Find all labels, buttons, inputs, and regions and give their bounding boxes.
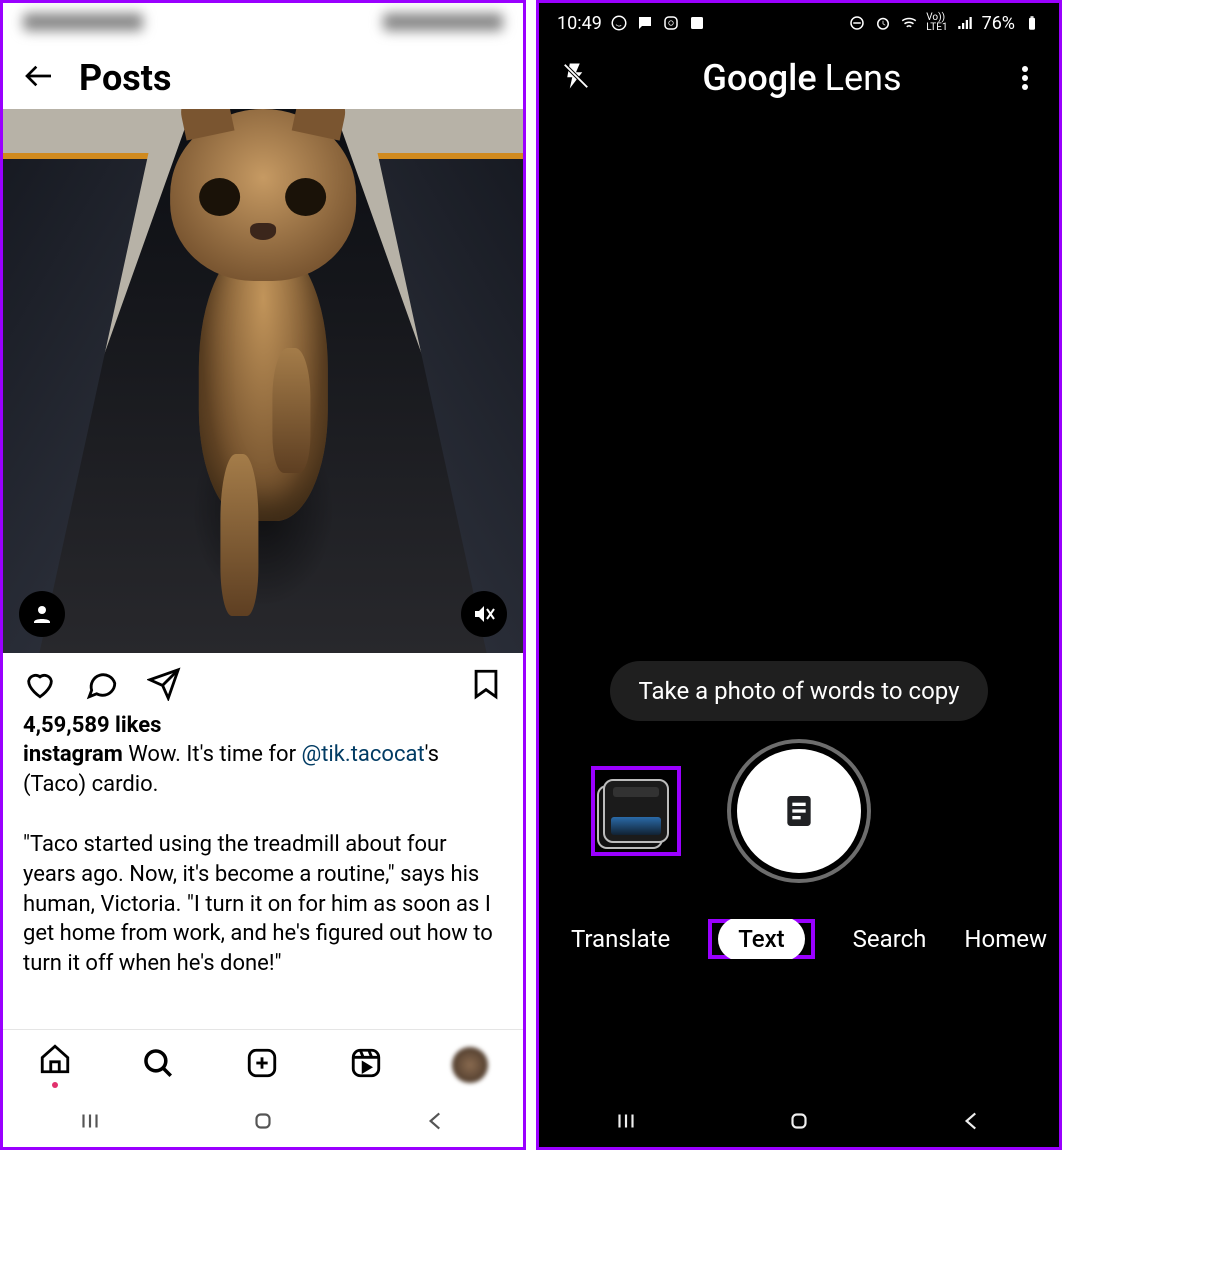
instagram-bottom-nav (3, 1029, 523, 1099)
android-nav-bar (539, 1099, 1059, 1147)
recents-icon[interactable] (613, 1108, 639, 1138)
instagram-screen: Posts (0, 0, 526, 1150)
likes-count[interactable]: 4,59,589 likes (3, 709, 523, 740)
instagram-notif-icon (662, 14, 680, 32)
caption-body: "Taco started using the treadmill about … (23, 832, 493, 977)
wifi-icon (900, 14, 918, 32)
comment-icon[interactable] (85, 667, 119, 705)
google-lens-screen: 10:49 Vo))LTE1 76% Google (536, 0, 1062, 1150)
home-icon[interactable] (38, 1042, 72, 1088)
mode-text-highlighted: Text (708, 919, 814, 959)
google-lens-logo: Google Lens (702, 57, 901, 99)
page-title: Posts (79, 57, 171, 99)
capture-row (539, 749, 1059, 873)
status-time: 10:49 (557, 13, 602, 34)
flash-off-icon[interactable] (561, 61, 591, 95)
more-vert-icon[interactable] (1013, 63, 1037, 93)
caption-username[interactable]: instagram (23, 742, 123, 767)
android-nav-bar (3, 1099, 523, 1147)
shutter-button[interactable] (737, 749, 861, 873)
home-pill-icon[interactable] (786, 1108, 812, 1138)
dnd-icon (848, 14, 866, 32)
post-caption: instagram Wow. It's time for @tik.tacoca… (3, 740, 523, 989)
mode-text[interactable]: Text (718, 919, 804, 959)
image-notif-icon (688, 14, 706, 32)
posts-header: Posts (3, 47, 523, 109)
gallery-thumbnail[interactable] (591, 766, 681, 856)
caption-mention[interactable]: @tik.tacocat (301, 742, 424, 767)
back-arrow-icon[interactable] (23, 60, 55, 96)
mode-homework[interactable]: Homew (964, 925, 1047, 953)
share-icon[interactable] (147, 667, 181, 705)
bookmark-icon[interactable] (469, 667, 503, 705)
battery-icon (1023, 14, 1041, 32)
mode-translate[interactable]: Translate (571, 925, 670, 953)
post-action-bar (3, 653, 523, 709)
back-icon[interactable] (423, 1108, 449, 1138)
recents-icon[interactable] (77, 1108, 103, 1138)
lens-top-bar: Google Lens (539, 43, 1059, 99)
heart-icon[interactable] (23, 667, 57, 705)
whatsapp-icon (610, 14, 628, 32)
search-icon[interactable] (141, 1046, 175, 1084)
muted-icon[interactable] (461, 591, 507, 637)
battery-percent: 76% (982, 13, 1015, 34)
volte-indicator: Vo))LTE1 (926, 13, 947, 33)
mode-search[interactable]: Search (853, 925, 927, 953)
cat-on-treadmill-image (3, 109, 523, 653)
profile-avatar[interactable] (452, 1047, 488, 1083)
lens-mode-selector[interactable]: Translate Text Search Homew (539, 919, 1059, 959)
alarm-icon (874, 14, 892, 32)
hint-bubble: Take a photo of words to copy (610, 661, 987, 721)
status-bar: 10:49 Vo))LTE1 76% (539, 3, 1059, 43)
chat-icon (636, 14, 654, 32)
post-media[interactable] (3, 109, 523, 653)
document-icon (779, 791, 819, 831)
person-tag-icon[interactable] (19, 591, 65, 637)
home-pill-icon[interactable] (250, 1108, 276, 1138)
reels-icon[interactable] (349, 1046, 383, 1084)
status-bar-blurred (3, 3, 523, 47)
add-post-icon[interactable] (245, 1046, 279, 1084)
signal-icon (956, 14, 974, 32)
back-icon[interactable] (959, 1108, 985, 1138)
